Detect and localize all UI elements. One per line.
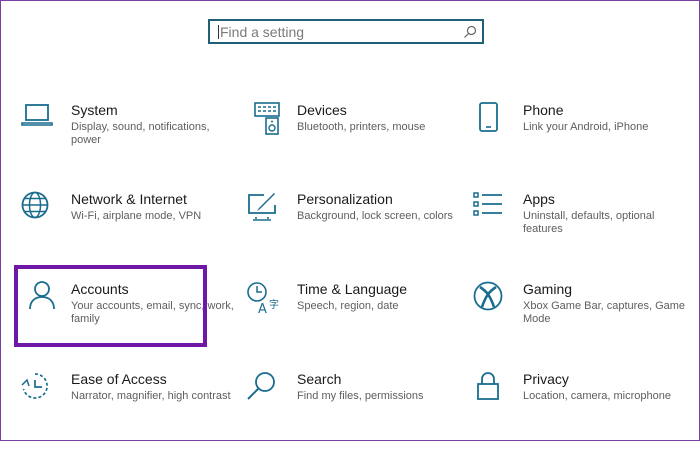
ease-of-access-icon [21, 373, 48, 399]
tile-gaming[interactable]: Gaming Xbox Game Bar, captures, Game Mod… [472, 281, 687, 361]
tile-description: Find my files, permissions [297, 390, 424, 402]
tile-network-internet[interactable]: Network & Internet Wi-Fi, airplane mode,… [20, 191, 235, 271]
lock-icon [477, 372, 499, 400]
time-language-icon: A 字 [247, 282, 279, 315]
tile-privacy[interactable]: Privacy Location, camera, microphone [472, 371, 687, 451]
tile-title: Ease of Access [71, 371, 167, 387]
tile-title: Personalization [297, 191, 393, 207]
tile-system[interactable]: System Display, sound, notifications, po… [20, 102, 235, 182]
tile-description: Location, camera, microphone [523, 390, 671, 402]
xbox-icon [473, 281, 503, 311]
tile-personalization[interactable]: Personalization Background, lock screen,… [246, 191, 461, 271]
tile-title: Time & Language [297, 281, 407, 297]
tile-description: Wi-Fi, airplane mode, VPN [71, 210, 202, 222]
tile-description: Xbox Game Bar, captures, Game Mode [523, 300, 686, 325]
tile-devices[interactable]: Devices Bluetooth, printers, mouse [246, 102, 461, 182]
accounts-highlight-box [14, 265, 207, 347]
tile-title: Search [297, 371, 342, 387]
tile-title: Network & Internet [71, 191, 187, 207]
search-box[interactable]: Find a setting [208, 19, 484, 44]
laptop-icon [21, 104, 53, 126]
search-icon[interactable] [463, 25, 477, 39]
tile-description: Link your Android, iPhone [523, 121, 649, 133]
tile-description: Speech, region, date [297, 300, 399, 312]
tile-ease-of-access[interactable]: Ease of Access Narrator, magnifier, high… [20, 371, 235, 451]
tile-phone[interactable]: Phone Link your Android, iPhone [472, 102, 687, 182]
tile-description: Uninstall, defaults, optional features [523, 210, 655, 235]
tile-title: Phone [523, 102, 564, 118]
tile-description: Background, lock screen, colors [297, 210, 453, 222]
tile-title: Apps [523, 191, 555, 207]
tile-description: Display, sound, notifications, power [71, 121, 210, 146]
svg-text:A: A [258, 302, 267, 315]
search-placeholder[interactable]: Find a setting [220, 24, 304, 40]
tile-description: Bluetooth, printers, mouse [297, 121, 426, 133]
devices-icon [254, 102, 280, 135]
tile-title: Gaming [523, 281, 573, 297]
personalization-icon [248, 193, 276, 221]
tile-search[interactable]: Search Find my files, permissions [246, 371, 461, 451]
tile-title: Privacy [523, 371, 569, 387]
phone-icon [479, 102, 498, 132]
tile-time-language[interactable]: A 字 Time & Language Speech, region, date [246, 281, 461, 361]
search-icon [247, 372, 275, 400]
globe-icon [21, 191, 49, 219]
tile-apps[interactable]: Apps Uninstall, defaults, optional featu… [472, 191, 687, 271]
text-caret [218, 25, 219, 39]
tile-description: Narrator, magnifier, high contrast [71, 390, 231, 402]
tile-title: System [71, 102, 118, 118]
tile-title: Devices [297, 102, 347, 118]
apps-list-icon [473, 192, 502, 216]
svg-text:字: 字 [269, 298, 279, 311]
